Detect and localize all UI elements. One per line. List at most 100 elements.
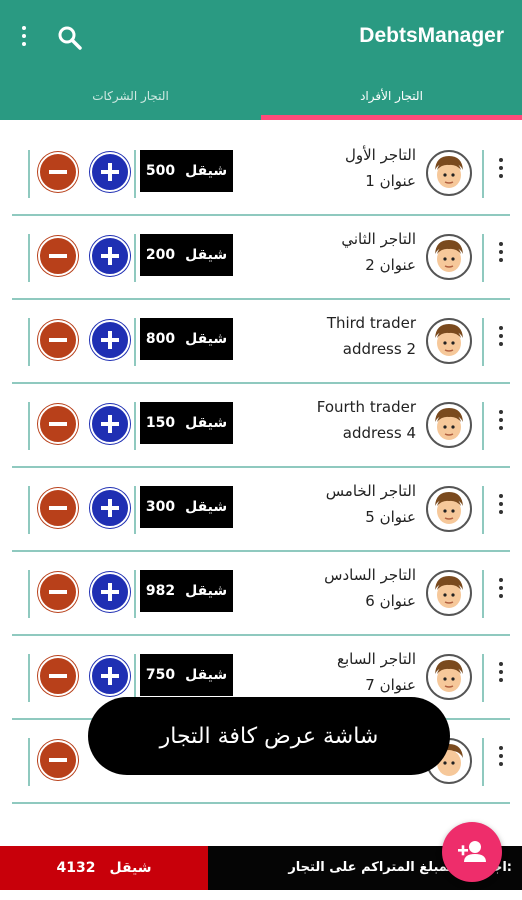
trader-name: التاجر الخامس (325, 482, 416, 500)
list-item[interactable]: Third trader address 2 شيقل 800 (12, 300, 510, 384)
trader-name: Fourth trader (316, 398, 416, 416)
debt-amount: شيقل 982 (140, 570, 233, 612)
currency-label: شيقل (185, 667, 228, 683)
divider (134, 234, 136, 282)
divider (482, 486, 484, 534)
more-vert-icon[interactable] (496, 662, 506, 692)
avatar (426, 654, 472, 700)
tab-indicator (261, 115, 522, 120)
trader-address: عنوان 6 (365, 592, 416, 610)
add-debt-button[interactable] (90, 656, 130, 696)
more-vert-icon[interactable] (496, 158, 506, 188)
row-divider (12, 802, 510, 804)
more-vert-icon[interactable] (496, 494, 506, 524)
add-debt-button[interactable] (90, 404, 130, 444)
add-debt-button[interactable] (90, 320, 130, 360)
divider (28, 318, 30, 366)
divider (134, 570, 136, 618)
trader-name: التاجر السابع (337, 650, 416, 668)
currency-label: شيقل (185, 583, 228, 599)
divider (28, 486, 30, 534)
more-vert-icon[interactable] (496, 578, 506, 608)
subtract-debt-button[interactable] (38, 404, 78, 444)
avatar (426, 234, 472, 280)
divider (28, 654, 30, 702)
list-item[interactable]: التاجر الثاني عنوان 2 شيقل 200 (12, 216, 510, 300)
divider (28, 150, 30, 198)
divider (134, 402, 136, 450)
app-title: DebtsManager (359, 24, 504, 47)
trader-name: التاجر الأول (344, 146, 416, 164)
trader-address: address 4 (342, 424, 416, 442)
currency-label: شيقل (185, 415, 228, 431)
add-debt-button[interactable] (90, 152, 130, 192)
more-vert-icon[interactable] (496, 326, 506, 356)
subtract-debt-button[interactable] (38, 740, 78, 780)
add-debt-button[interactable] (90, 488, 130, 528)
trader-address: عنوان 5 (365, 508, 416, 526)
debt-amount: شيقل 300 (140, 486, 233, 528)
debt-amount: شيقل 800 (140, 318, 233, 360)
divider (134, 318, 136, 366)
toast-message: شاشة عرض كافة التجار (88, 697, 450, 775)
amount-value: 150 (145, 415, 176, 431)
subtract-debt-button[interactable] (38, 656, 78, 696)
divider (482, 234, 484, 282)
currency-label: شيقل (185, 331, 228, 347)
subtract-debt-button[interactable] (38, 320, 78, 360)
total-amount: 4132 (56, 860, 96, 876)
search-icon[interactable] (56, 24, 84, 52)
debt-amount: شيقل 150 (140, 402, 233, 444)
currency-label: شيقل (185, 163, 228, 179)
currency-label: شيقل (185, 499, 228, 515)
subtract-debt-button[interactable] (38, 572, 78, 612)
add-debt-button[interactable] (90, 236, 130, 276)
list-item[interactable]: Fourth trader address 4 شيقل 150 (12, 384, 510, 468)
list-item[interactable]: التاجر السادس عنوان 6 شيقل 982 (12, 552, 510, 636)
trader-name: التاجر السادس (324, 566, 416, 584)
list-item[interactable]: التاجر الأول عنوان 1 شيقل 500 (12, 132, 510, 216)
trader-address: عنوان 2 (365, 256, 416, 274)
divider (28, 570, 30, 618)
amount-value: 200 (145, 247, 176, 263)
currency-label: شيقل (185, 247, 228, 263)
divider (482, 318, 484, 366)
more-vert-icon[interactable] (496, 242, 506, 272)
app-bar: DebtsManager التجار الأفراد التجار الشرك… (0, 0, 522, 120)
subtract-debt-button[interactable] (38, 152, 78, 192)
amount-value: 300 (145, 499, 176, 515)
amount-value: 500 (145, 163, 176, 179)
avatar (426, 402, 472, 448)
more-vert-icon[interactable] (496, 410, 506, 440)
divider (28, 402, 30, 450)
divider (482, 654, 484, 702)
overflow-menu-icon[interactable] (14, 26, 34, 50)
tab-individual-traders[interactable]: التجار الأفراد (261, 78, 522, 114)
list-item[interactable]: التاجر الخامس عنوان 5 شيقل 300 (12, 468, 510, 552)
subtract-debt-button[interactable] (38, 488, 78, 528)
debt-amount: شيقل 200 (140, 234, 233, 276)
add-debt-button[interactable] (90, 572, 130, 612)
amount-value: 750 (145, 667, 176, 683)
divider (482, 150, 484, 198)
avatar (426, 150, 472, 196)
avatar (426, 570, 472, 616)
divider (134, 486, 136, 534)
total-amount-box: شيقل 4132 (0, 846, 208, 890)
divider (134, 654, 136, 702)
subtract-debt-button[interactable] (38, 236, 78, 276)
divider (482, 570, 484, 618)
trader-name: التاجر الثاني (341, 230, 416, 248)
add-person-icon (458, 841, 486, 862)
more-vert-icon[interactable] (496, 746, 506, 776)
divider (134, 150, 136, 198)
trader-address: عنوان 7 (365, 676, 416, 694)
divider (482, 402, 484, 450)
tab-company-traders[interactable]: التجار الشركات (0, 78, 261, 114)
add-trader-button[interactable] (442, 822, 502, 882)
divider (28, 234, 30, 282)
amount-value: 982 (145, 583, 176, 599)
divider (482, 738, 484, 786)
total-currency: شيقل (109, 860, 152, 876)
divider (28, 738, 30, 786)
